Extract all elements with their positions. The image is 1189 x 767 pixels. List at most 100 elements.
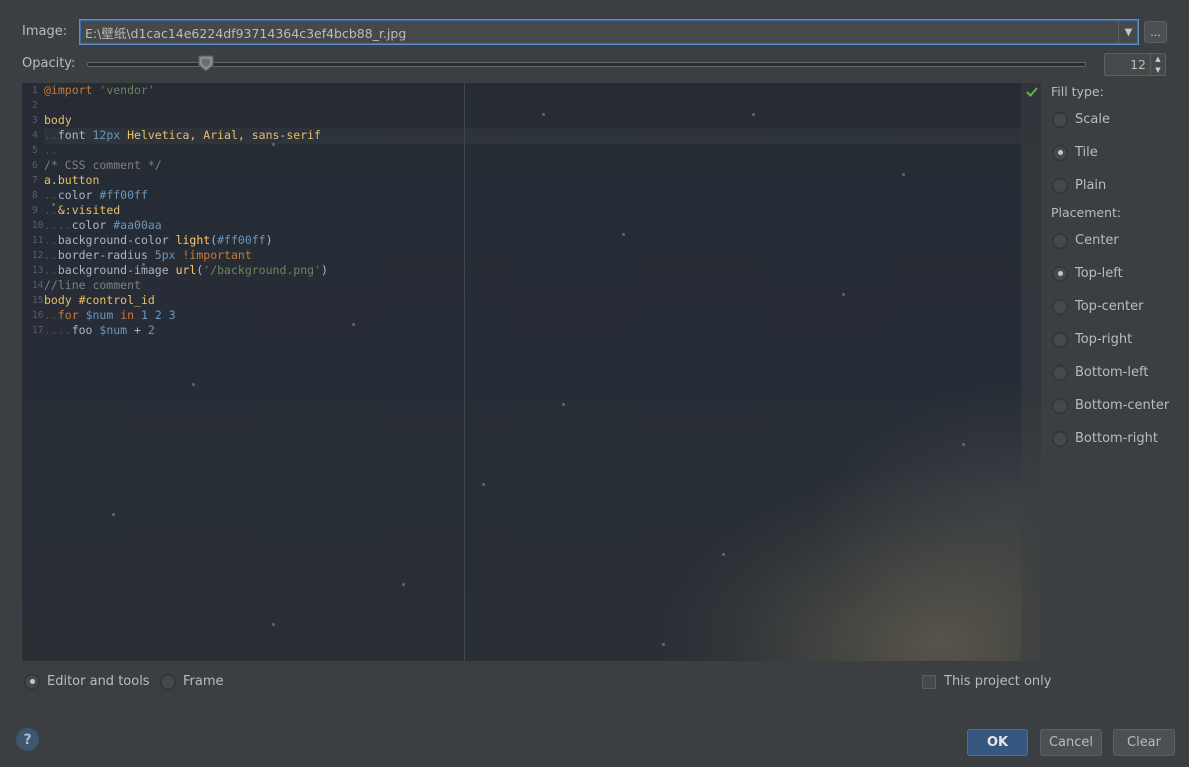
fill-type-radio-plain[interactable]: Plain bbox=[1053, 178, 1106, 193]
placement-radio-bottom-center[interactable]: Bottom-center bbox=[1053, 398, 1169, 413]
placement-radio-bottom-right[interactable]: Bottom-right bbox=[1053, 431, 1158, 446]
radio-icon[interactable] bbox=[1053, 178, 1067, 193]
code-text: //line comment bbox=[44, 278, 141, 292]
opacity-label: Opacity: bbox=[22, 56, 76, 71]
code-line: 11 ..background-color light(#ff00ff) bbox=[22, 233, 328, 248]
line-number: 13 bbox=[32, 265, 44, 276]
radio-label: Top-center bbox=[1075, 299, 1144, 314]
radio-icon[interactable] bbox=[1053, 398, 1067, 413]
line-number: 17 bbox=[32, 325, 44, 336]
line-number: 2 bbox=[32, 100, 38, 111]
fill-type-label: Fill type: bbox=[1051, 84, 1104, 99]
code-line: 2 bbox=[22, 98, 328, 113]
placement-radio-top-center[interactable]: Top-center bbox=[1053, 299, 1143, 314]
placement-radio-center[interactable]: Center bbox=[1053, 233, 1119, 248]
fill-type-radio-tile[interactable]: Tile bbox=[1053, 145, 1098, 160]
line-number: 4 bbox=[32, 130, 38, 141]
radio-icon[interactable] bbox=[1053, 145, 1067, 160]
code-text: ..border-radius 5px !important bbox=[44, 248, 252, 262]
editor-preview: 1 @import 'vendor' 2 3 body 4 ..font 12px Helv… bbox=[22, 83, 1041, 661]
radio-selected-icon[interactable] bbox=[25, 674, 39, 689]
line-number: 12 bbox=[32, 250, 44, 261]
browse-button[interactable]: ... bbox=[1144, 21, 1167, 43]
radio-icon[interactable] bbox=[1053, 431, 1067, 446]
code-line: 5.. bbox=[22, 143, 328, 158]
checkbox-icon[interactable] bbox=[922, 674, 936, 689]
spinner-up-icon[interactable]: ▲ bbox=[1151, 54, 1165, 65]
code-text: body bbox=[44, 113, 72, 127]
code-text: ..font 12px Helvetica, Arial, sans-serif bbox=[44, 128, 321, 142]
radio-label: Center bbox=[1075, 233, 1119, 248]
radio-icon[interactable] bbox=[1053, 365, 1067, 380]
frame-label: Frame bbox=[183, 674, 224, 689]
code-line: 3 body bbox=[22, 113, 328, 128]
image-path-value[interactable]: E:\壁纸\d1cac14e6224df93714364c3ef4bcb88_r… bbox=[80, 23, 1118, 42]
line-number: 1 bbox=[32, 85, 38, 96]
editor-and-tools-label: Editor and tools bbox=[47, 674, 150, 689]
radio-label: Top-left bbox=[1075, 266, 1123, 281]
code-text: ..background-color light(#ff00ff) bbox=[44, 233, 273, 247]
code-sample: 1 @import 'vendor' 2 3 body 4 ..font 12px Helv… bbox=[22, 83, 328, 338]
placement-radio-top-left[interactable]: Top-left bbox=[1053, 266, 1123, 281]
opacity-spinner[interactable]: 12 ▲ ▼ bbox=[1104, 53, 1166, 76]
line-number: 10 bbox=[32, 220, 44, 231]
ok-button[interactable]: OK bbox=[967, 729, 1028, 756]
line-number: 15 bbox=[32, 295, 44, 306]
line-number: 8 bbox=[32, 190, 38, 201]
radio-label: Scale bbox=[1075, 112, 1110, 127]
radio-label: Top-right bbox=[1075, 332, 1133, 347]
image-path-combobox[interactable]: E:\壁纸\d1cac14e6224df93714364c3ef4bcb88_r… bbox=[79, 19, 1139, 45]
this-project-only-label: This project only bbox=[944, 674, 1052, 689]
code-line: 9 ..&:visited bbox=[22, 203, 328, 218]
code-text: a.button bbox=[44, 173, 100, 187]
code-line: 14//line comment bbox=[22, 278, 328, 293]
radio-label: Bottom-left bbox=[1075, 365, 1149, 380]
code-line: 4 ..font 12px Helvetica, Arial, sans-seri… bbox=[22, 128, 328, 143]
radio-icon[interactable] bbox=[1053, 266, 1067, 281]
code-line: 1 @import 'vendor' bbox=[22, 83, 328, 98]
help-button[interactable]: ? bbox=[16, 728, 39, 751]
this-project-only-checkbox[interactable]: This project only bbox=[922, 674, 1051, 689]
code-line: 12 ..border-radius 5px !important bbox=[22, 248, 328, 263]
line-number: 11 bbox=[32, 235, 44, 246]
line-number: 5 bbox=[32, 145, 38, 156]
placement-radio-bottom-left[interactable]: Bottom-left bbox=[1053, 365, 1148, 380]
spinner-down-icon[interactable]: ▼ bbox=[1151, 65, 1165, 76]
radio-icon[interactable] bbox=[161, 674, 175, 689]
cancel-button[interactable]: Cancel bbox=[1040, 729, 1102, 756]
code-text: @import 'vendor' bbox=[44, 83, 155, 97]
chevron-down-icon[interactable]: ▼ bbox=[1118, 20, 1138, 44]
image-label: Image: bbox=[22, 24, 68, 39]
line-number: 16 bbox=[32, 310, 44, 321]
code-line: 8 ..color #ff00ff bbox=[22, 188, 328, 203]
code-line: 16 ..for $num in 1 2 3 bbox=[22, 308, 328, 323]
opacity-slider-track[interactable] bbox=[87, 62, 1086, 67]
code-text: .. bbox=[44, 143, 58, 157]
radio-icon[interactable] bbox=[1053, 332, 1067, 347]
frame-radio[interactable]: Frame bbox=[161, 674, 224, 689]
code-text: ..&:visited bbox=[44, 203, 121, 217]
right-margin-line bbox=[464, 83, 465, 661]
checkmark-icon bbox=[1026, 87, 1038, 97]
line-number: 3 bbox=[32, 115, 38, 126]
code-text: ..color #ff00ff bbox=[44, 188, 148, 202]
code-text: ..background-image url('/background.png'… bbox=[44, 263, 328, 277]
radio-label: Tile bbox=[1075, 145, 1098, 160]
fill-type-radio-scale[interactable]: Scale bbox=[1053, 112, 1110, 127]
opacity-value[interactable]: 12 bbox=[1105, 57, 1150, 72]
code-line: 7 a.button bbox=[22, 173, 328, 188]
radio-icon[interactable] bbox=[1053, 299, 1067, 314]
opacity-slider-thumb[interactable] bbox=[198, 55, 214, 72]
placement-radio-top-right[interactable]: Top-right bbox=[1053, 332, 1132, 347]
code-line: 10 ....color #aa00aa bbox=[22, 218, 328, 233]
code-text: ....color #aa00aa bbox=[44, 218, 162, 232]
line-number: 14 bbox=[32, 280, 44, 291]
radio-icon[interactable] bbox=[1053, 112, 1067, 127]
radio-icon[interactable] bbox=[1053, 233, 1067, 248]
placement-label: Placement: bbox=[1051, 205, 1122, 220]
radio-label: Plain bbox=[1075, 178, 1107, 193]
editor-and-tools-radio[interactable]: Editor and tools bbox=[25, 674, 150, 689]
clear-button[interactable]: Clear bbox=[1113, 729, 1175, 756]
code-line: 13 ..background-image url('/background.pn… bbox=[22, 263, 328, 278]
code-line: 15 body #control_id bbox=[22, 293, 328, 308]
